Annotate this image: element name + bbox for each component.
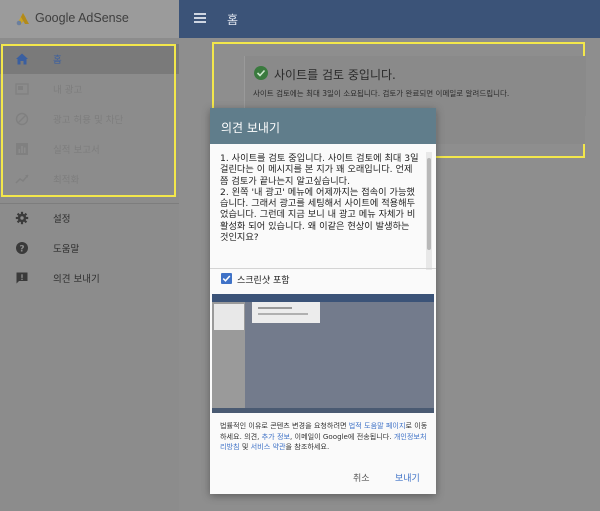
legal-notice: 법률적인 이유로 콘텐츠 변경을 요청하려면 법적 도움말 페이지로 이동하세요…	[220, 421, 428, 453]
legal-text: , 이메일이 Google에 전송됩니다.	[290, 431, 394, 441]
svg-text:?: ?	[19, 244, 24, 254]
adsense-logo-icon	[16, 13, 29, 26]
feedback-icon	[16, 272, 28, 284]
top-app-bar: 홈	[179, 0, 600, 38]
legal-help-link[interactable]: 법적 도움말 페이지	[349, 421, 406, 430]
legal-text: 법률적인 이유로 콘텐츠 변경을 요청하려면	[220, 421, 349, 430]
preview-sidebar-panel	[214, 304, 244, 330]
include-screenshot-label[interactable]: 스크린샷 포함	[237, 273, 290, 286]
preview-bottom-bar	[212, 408, 434, 413]
sidebar-item-label: 도움말	[53, 244, 80, 255]
more-info-link[interactable]: 추가 정보	[262, 432, 290, 441]
textarea-scrollbar[interactable]	[426, 152, 432, 270]
include-screenshot-checkbox[interactable]	[221, 273, 232, 284]
brand-name: Google AdSense	[35, 11, 129, 25]
nav-highlight-box	[1, 44, 176, 197]
cancel-button[interactable]: 취소	[353, 471, 370, 484]
status-message: 사이트 검토에는 최대 3일이 소요됩니다. 검토가 완료되면 이메일로 알려드…	[253, 89, 510, 98]
sidebar-item-settings[interactable]: 설정	[0, 203, 179, 233]
dialog-title: 의견 보내기	[221, 121, 281, 135]
feedback-paragraph: 1. 사이트를 검토 중입니다. 사이트 검토에 최대 3일 걸린다는 이 메시…	[220, 153, 419, 187]
sidebar-item-send-feedback[interactable]: 의견 보내기	[0, 263, 179, 293]
screenshot-preview[interactable]	[212, 294, 434, 413]
terms-link[interactable]: 서비스 약관	[251, 442, 286, 451]
status-card	[244, 56, 586, 116]
feedback-dialog: 의견 보내기 1. 사이트를 검토 중입니다. 사이트 검토에 최대 3일 걸린…	[210, 108, 436, 494]
status-card-lower	[437, 116, 585, 144]
help-icon: ?	[16, 242, 28, 254]
sidebar-item-label: 의견 보내기	[53, 274, 100, 285]
menu-icon[interactable]	[194, 13, 206, 23]
sidebar-item-label: 설정	[53, 214, 71, 225]
send-button[interactable]: 보내기	[395, 471, 420, 484]
legal-text: 을 참조하세요.	[285, 442, 330, 451]
legal-text: 및	[239, 442, 251, 451]
checkmark-icon	[222, 275, 231, 282]
sidebar-item-help[interactable]: ? 도움말	[0, 233, 179, 263]
check-circle-icon	[254, 66, 268, 80]
dialog-header: 의견 보내기	[210, 108, 436, 144]
status-title: 사이트를 검토 중입니다.	[274, 68, 396, 82]
scrollbar-thumb[interactable]	[427, 158, 431, 250]
dialog-divider	[210, 268, 436, 269]
preview-card	[252, 302, 320, 323]
preview-topbar	[212, 294, 434, 302]
feedback-paragraph: 2. 왼쪽 '내 광고' 메뉴에 어제까지는 접속이 가능했습니다. 그래서 광…	[220, 186, 416, 244]
logo-row: Google AdSense	[0, 0, 179, 38]
feedback-textarea[interactable]: 1. 사이트를 검토 중입니다. 사이트 검토에 최대 3일 걸린다는 이 메시…	[220, 153, 420, 261]
gear-icon	[15, 211, 29, 225]
sidebar: Google AdSense 홈 내 광고 광고 허용 및 차단 실적 보고서	[0, 0, 179, 511]
page-title: 홈	[227, 13, 239, 27]
